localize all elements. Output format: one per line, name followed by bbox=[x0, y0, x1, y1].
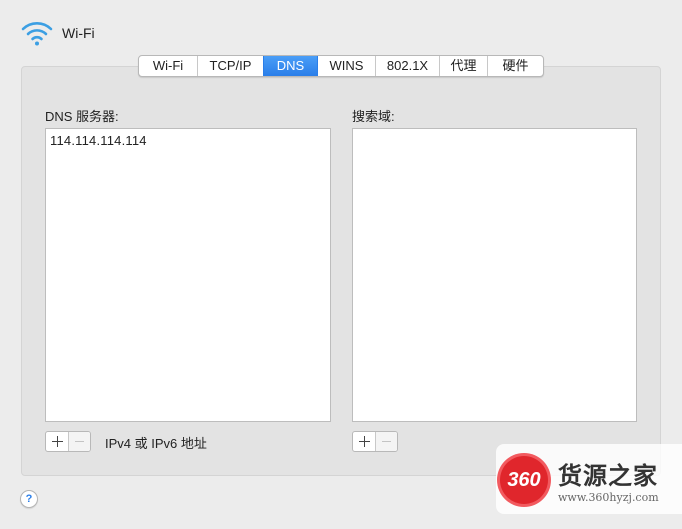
tab-proxy[interactable]: 代理 bbox=[439, 56, 487, 76]
tab-bar: Wi-Fi TCP/IP DNS WINS 802.1X 代理 硬件 bbox=[138, 55, 544, 77]
help-button[interactable]: ? bbox=[20, 490, 38, 508]
watermark-url: www.360hyzj.com bbox=[558, 491, 659, 504]
dns-servers-list[interactable]: 114.114.114.114 bbox=[45, 128, 331, 422]
dns-address-hint: IPv4 或 IPv6 地址 bbox=[105, 436, 207, 451]
tab-hardware[interactable]: 硬件 bbox=[487, 56, 543, 76]
tab-dns[interactable]: DNS bbox=[263, 56, 317, 76]
tab-8021x[interactable]: 802.1X bbox=[375, 56, 439, 76]
dns-add-remove-control bbox=[45, 431, 91, 452]
tab-tcpip[interactable]: TCP/IP bbox=[197, 56, 263, 76]
search-domains-list[interactable] bbox=[352, 128, 637, 422]
remove-dns-button[interactable] bbox=[68, 432, 90, 451]
minus-icon bbox=[381, 436, 392, 447]
dns-server-entry[interactable]: 114.114.114.114 bbox=[46, 129, 330, 148]
remove-search-domain-button[interactable] bbox=[375, 432, 397, 451]
watermark: 360 货源之家 www.360hyzj.com bbox=[496, 444, 682, 514]
wifi-icon bbox=[21, 22, 53, 46]
search-add-remove-control bbox=[352, 431, 398, 452]
search-domains-label: 搜索域: bbox=[352, 109, 395, 124]
plus-icon bbox=[358, 436, 370, 447]
tab-wifi[interactable]: Wi-Fi bbox=[139, 56, 197, 76]
help-icon: ? bbox=[25, 493, 33, 505]
watermark-title: 货源之家 bbox=[558, 462, 658, 490]
plus-icon bbox=[51, 436, 63, 447]
add-dns-button[interactable] bbox=[46, 432, 68, 451]
dns-servers-label: DNS 服务器: bbox=[45, 109, 119, 124]
watermark-logo: 360 bbox=[500, 456, 548, 504]
network-title: Wi-Fi bbox=[62, 25, 95, 41]
tab-wins[interactable]: WINS bbox=[317, 56, 375, 76]
window-header: Wi-Fi bbox=[20, 18, 95, 48]
add-search-domain-button[interactable] bbox=[353, 432, 375, 451]
minus-icon bbox=[74, 436, 85, 447]
